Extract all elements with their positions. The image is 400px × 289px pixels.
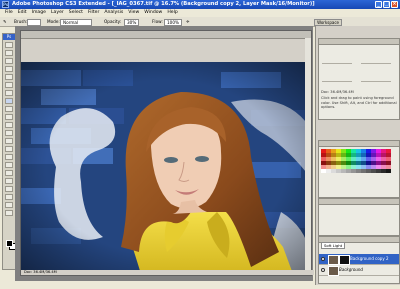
eraser-tool-icon[interactable]: [5, 122, 13, 128]
info-hint: Click and drag to paint using foreground…: [321, 96, 397, 110]
brush-tool-icon[interactable]: [5, 98, 13, 104]
opacity-label: Opacity:: [104, 19, 122, 24]
move-tool-icon[interactable]: [5, 42, 13, 48]
menu-window[interactable]: Window: [144, 10, 162, 15]
pen-tool-icon[interactable]: [5, 154, 13, 160]
menu-analysis[interactable]: Analysis: [104, 10, 123, 15]
color-readout-1: [322, 49, 352, 64]
layer-row[interactable]: Background: [319, 265, 399, 276]
document-tab[interactable]: [21, 31, 311, 39]
flow-label: Flow:: [152, 19, 163, 24]
hand-tool-icon[interactable]: [5, 202, 13, 208]
title-bar: Ps Adobe Photoshop CS3 Extended - [_IAG_…: [0, 0, 400, 9]
layer-name[interactable]: Background copy 2: [350, 254, 389, 264]
gradient-tool-icon[interactable]: [5, 130, 13, 136]
mode-label: Mode:: [47, 19, 60, 24]
layer-row[interactable]: Background copy 2: [319, 254, 399, 265]
color-swatch[interactable]: [386, 169, 391, 173]
menu-filter[interactable]: Filter: [88, 10, 99, 15]
menu-bar: File Edit Image Layer Select Filter Analysis Vi…: [0, 9, 400, 17]
slice-tool-icon[interactable]: [5, 82, 13, 88]
info-readouts: [319, 45, 399, 89]
document-window: Doc: 36.4M/36.4M: [20, 30, 314, 276]
type-tool-icon[interactable]: [5, 162, 13, 168]
opacity-field[interactable]: 30%: [124, 17, 140, 26]
lasso-tool-icon[interactable]: [5, 58, 13, 64]
notes-tool-icon[interactable]: [5, 186, 13, 192]
marquee-tool-icon[interactable]: [5, 50, 13, 56]
airbrush-icon[interactable]: ✈: [186, 17, 190, 26]
photo-portrait: [21, 62, 311, 274]
clone-stamp-tool-icon[interactable]: [5, 106, 13, 112]
brush-tool-icon[interactable]: ✎: [3, 17, 7, 26]
menu-select[interactable]: Select: [69, 10, 83, 15]
minimize-icon[interactable]: _: [375, 1, 382, 8]
history-brush-tool-icon[interactable]: [5, 114, 13, 120]
layer-thumbnail: [328, 255, 339, 265]
maximize-icon[interactable]: □: [383, 1, 390, 8]
shape-tool-icon[interactable]: [5, 178, 13, 184]
close-icon[interactable]: ×: [391, 1, 398, 8]
healing-brush-tool-icon[interactable]: [5, 90, 13, 96]
window-title: Adobe Photoshop CS3 Extended - [_IAG_036…: [12, 1, 315, 7]
swatch-grid[interactable]: [319, 147, 399, 175]
workspace-button[interactable]: Workspace: [314, 19, 342, 26]
blur-tool-icon[interactable]: [5, 138, 13, 144]
foreground-color-swatch[interactable]: [6, 240, 13, 247]
size-readout: [361, 67, 391, 82]
brush-label: Brush:: [14, 19, 28, 24]
brush-size-dropdown[interactable]: [27, 17, 41, 26]
magic-wand-tool-icon[interactable]: [5, 66, 13, 72]
styles-panel-header[interactable]: [319, 199, 399, 205]
menu-help[interactable]: Help: [167, 10, 177, 15]
zoom-tool-icon[interactable]: [5, 210, 13, 216]
menu-file[interactable]: File: [5, 10, 13, 15]
menu-layer[interactable]: Layer: [51, 10, 64, 15]
menu-edit[interactable]: Edit: [18, 10, 27, 15]
document-status: Doc: 36.4M/36.4M: [21, 270, 314, 275]
path-selection-tool-icon[interactable]: [5, 170, 13, 176]
layer-visibility-icon[interactable]: [321, 257, 325, 261]
menu-image[interactable]: Image: [32, 10, 46, 15]
app-icon: Ps: [2, 1, 9, 8]
eyedropper-tool-icon[interactable]: [5, 194, 13, 200]
panel-dock: Doc: 36.4M/36.4M Click and drag to paint…: [315, 26, 400, 285]
layers-panel: Soft Light Background copy 2 Background: [318, 236, 400, 284]
document-area: Doc: 36.4M/36.4M: [15, 26, 314, 281]
crop-tool-icon[interactable]: [5, 74, 13, 80]
toolbox: Ps: [2, 33, 16, 270]
toolbox-header: Ps: [3, 34, 15, 40]
dodge-tool-icon[interactable]: [5, 146, 13, 152]
layer-thumbnail: [328, 266, 339, 276]
styles-panel: [318, 198, 400, 236]
layer-name[interactable]: Background: [339, 265, 363, 275]
flow-field[interactable]: 100%: [164, 17, 182, 26]
mode-select[interactable]: Normal: [60, 17, 92, 26]
photoshop-window: Ps Adobe Photoshop CS3 Extended - [_IAG_…: [0, 0, 400, 289]
layer-visibility-icon[interactable]: [321, 268, 325, 272]
menu-view[interactable]: View: [128, 10, 139, 15]
layer-mask-thumbnail[interactable]: [339, 255, 350, 265]
vertical-scrollbar[interactable]: [305, 38, 311, 270]
position-readout: [322, 67, 352, 82]
image-canvas[interactable]: [21, 62, 311, 274]
color-readout-2: [361, 49, 391, 64]
swatches-panel: [318, 140, 400, 198]
info-panel: Doc: 36.4M/36.4M Click and drag to paint…: [318, 38, 400, 120]
